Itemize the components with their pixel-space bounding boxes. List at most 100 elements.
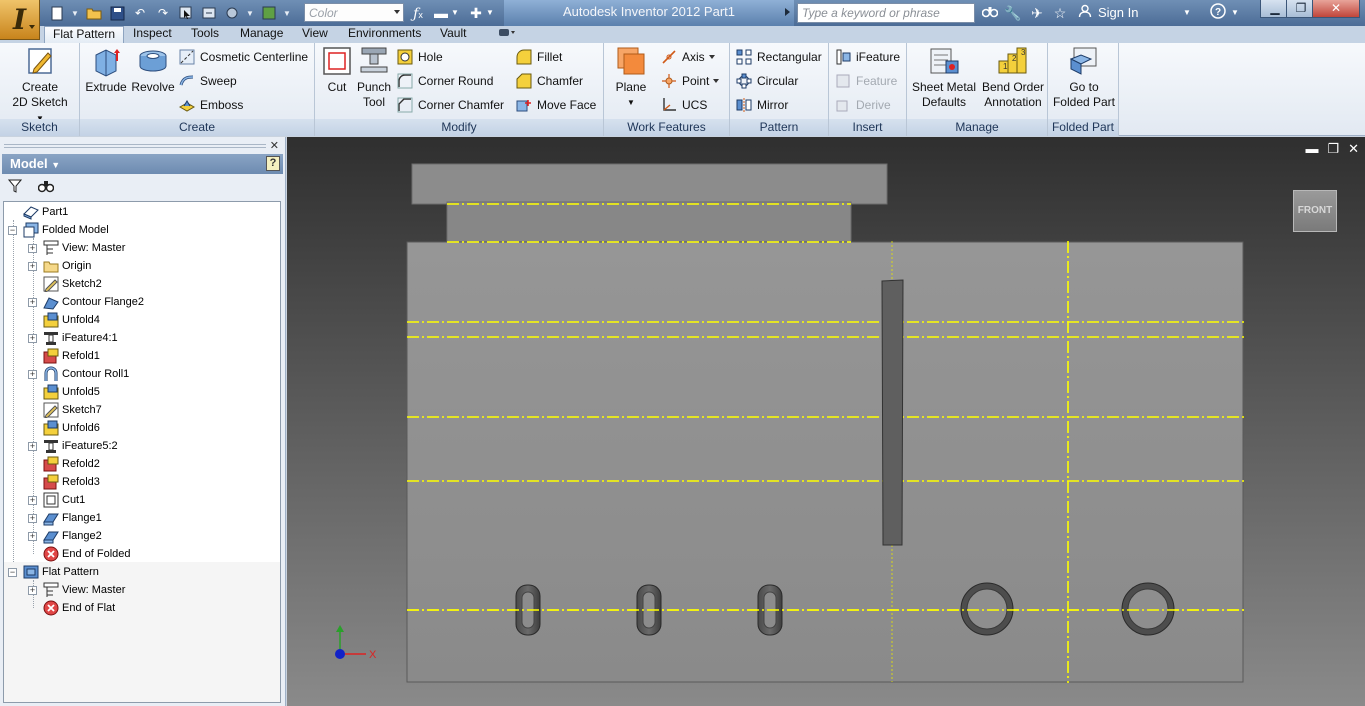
measure-icon[interactable] bbox=[223, 4, 241, 22]
expand-icon[interactable]: + bbox=[28, 243, 37, 253]
expand-icon[interactable]: + bbox=[28, 297, 37, 307]
help-dropdown-icon[interactable]: ▼ bbox=[1230, 3, 1240, 23]
extrude-button[interactable]: Extrude bbox=[84, 45, 128, 95]
plane-dropdown-icon[interactable]: ▼ bbox=[610, 95, 652, 110]
emboss-button[interactable]: Emboss bbox=[179, 94, 243, 116]
sign-in-link[interactable]: Sign In bbox=[1098, 5, 1138, 20]
fillet-button[interactable]: Fillet bbox=[516, 46, 562, 68]
undo-icon[interactable]: ↶ bbox=[131, 4, 149, 22]
sweep-button[interactable]: Sweep bbox=[179, 70, 237, 92]
tab-tools[interactable]: Tools bbox=[183, 26, 227, 43]
satellite-icon[interactable]: ✈ bbox=[1027, 3, 1047, 23]
long-slot-cutout[interactable] bbox=[881, 279, 904, 546]
find-binoculars-icon[interactable] bbox=[38, 179, 54, 193]
revolve-button[interactable]: Revolve bbox=[130, 45, 176, 95]
tree-node[interactable]: Sketch2 bbox=[28, 275, 102, 293]
application-menu-button[interactable]: I bbox=[0, 0, 40, 40]
browser-drag-handle[interactable] bbox=[4, 144, 266, 148]
tree-node[interactable]: + View: Master bbox=[28, 581, 125, 599]
search-input[interactable]: Type a keyword or phrase bbox=[797, 3, 975, 23]
browser-help-button[interactable]: ? bbox=[266, 156, 280, 171]
tree-node[interactable]: + iFeature4:1 bbox=[28, 329, 118, 347]
color-override-dropdown[interactable]: Color bbox=[304, 3, 404, 22]
tab-view[interactable]: View bbox=[294, 26, 336, 43]
axis-button[interactable]: Axis bbox=[661, 46, 715, 68]
graphics-viewport[interactable]: ▬ ❐ ✕ FRONT X bbox=[287, 137, 1365, 706]
line-weight-dropdown-icon[interactable]: ▼ bbox=[451, 3, 459, 23]
tab-vault[interactable]: Vault bbox=[432, 26, 474, 43]
tree-node[interactable]: + Contour Roll1 bbox=[28, 365, 129, 383]
plane-button[interactable]: Plane ▼ bbox=[610, 45, 652, 110]
tree-node[interactable]: + View: Master bbox=[28, 239, 125, 257]
filter-icon[interactable] bbox=[8, 179, 22, 193]
browser-close-icon[interactable]: ✕ bbox=[270, 139, 279, 152]
bend-order-annotation-button[interactable]: 123 Bend Order Annotation bbox=[979, 45, 1047, 110]
ucs-button[interactable]: UCS bbox=[661, 94, 707, 116]
tree-node[interactable]: Part1 bbox=[8, 203, 68, 221]
tree-node[interactable]: End of Flat bbox=[28, 599, 115, 617]
tree-node[interactable]: − Flat Pattern bbox=[8, 563, 99, 581]
close-window-button[interactable]: ✕ bbox=[1312, 0, 1360, 18]
punch-tool-button[interactable]: Punch Tool bbox=[355, 45, 393, 110]
tab-manage[interactable]: Manage bbox=[232, 26, 291, 43]
viewcube[interactable]: FRONT bbox=[1293, 190, 1337, 232]
line-weight-icon[interactable]: ▬ bbox=[431, 3, 451, 23]
fx-parameters-icon[interactable]: ƒx bbox=[408, 3, 428, 23]
project-icon[interactable] bbox=[260, 4, 278, 22]
tree-node[interactable]: + Flange2 bbox=[28, 527, 102, 545]
ifeature-button[interactable]: iFeature bbox=[835, 46, 900, 68]
browser-menu-dropdown-icon[interactable]: ▼ bbox=[51, 160, 60, 170]
create-2d-sketch-button[interactable]: Create 2D Sketch ▼ bbox=[8, 45, 72, 126]
open-folder-icon[interactable] bbox=[85, 4, 103, 22]
ribbon-minimize-icon[interactable] bbox=[498, 28, 516, 40]
go-to-folded-part-button[interactable]: Go to Folded Part bbox=[1050, 45, 1118, 110]
rectangular-pattern-button[interactable]: Rectangular bbox=[736, 46, 822, 68]
flange-tab-face[interactable] bbox=[446, 201, 852, 245]
axis-dropdown-icon[interactable] bbox=[708, 55, 715, 59]
update-icon[interactable] bbox=[200, 4, 218, 22]
tree-node[interactable]: Unfold5 bbox=[28, 383, 100, 401]
move-face-button[interactable]: Move Face bbox=[516, 94, 596, 116]
key-wrench-icon[interactable]: 🔧 bbox=[1003, 3, 1023, 23]
tab-inspect[interactable]: Inspect bbox=[125, 26, 180, 43]
save-icon[interactable] bbox=[108, 4, 126, 22]
expand-icon[interactable]: + bbox=[28, 495, 37, 505]
tree-node[interactable]: End of Folded bbox=[28, 545, 131, 563]
tree-node[interactable]: + Origin bbox=[28, 257, 91, 275]
top-flange-face[interactable] bbox=[411, 163, 888, 205]
collapse-icon[interactable]: − bbox=[8, 567, 17, 577]
expand-icon[interactable]: + bbox=[28, 261, 37, 271]
sign-in-dropdown-icon[interactable]: ▼ bbox=[1182, 3, 1192, 23]
point-dropdown-icon[interactable] bbox=[713, 79, 720, 83]
corner-chamfer-button[interactable]: Corner Chamfer bbox=[397, 94, 504, 116]
project-dropdown-icon[interactable]: ▼ bbox=[283, 4, 291, 22]
new-dropdown-icon[interactable]: ▼ bbox=[71, 4, 79, 22]
help-icon[interactable]: ? bbox=[1208, 3, 1228, 23]
browser-header[interactable]: Model ▼ ? bbox=[2, 154, 283, 174]
point-button[interactable]: Point bbox=[661, 70, 720, 92]
ortho-icon[interactable]: ✚ bbox=[466, 3, 486, 23]
expand-icon[interactable]: + bbox=[28, 441, 37, 451]
tree-node[interactable]: + Flange1 bbox=[28, 509, 102, 527]
expand-icon[interactable]: + bbox=[28, 531, 37, 541]
select-icon[interactable] bbox=[177, 4, 195, 22]
tree-node[interactable]: Refold3 bbox=[28, 473, 100, 491]
hole-button[interactable]: Hole bbox=[397, 46, 443, 68]
corner-round-button[interactable]: Corner Round bbox=[397, 70, 493, 92]
circular-pattern-button[interactable]: Circular bbox=[736, 70, 798, 92]
measure-dropdown-icon[interactable]: ▼ bbox=[246, 4, 254, 22]
tree-node[interactable]: + iFeature5:2 bbox=[28, 437, 118, 455]
tab-flat-pattern[interactable]: Flat Pattern bbox=[44, 26, 125, 43]
redo-icon[interactable]: ↷ bbox=[154, 4, 172, 22]
collapse-icon[interactable]: − bbox=[8, 225, 17, 235]
expand-icon[interactable]: + bbox=[28, 513, 37, 523]
chamfer-button[interactable]: Chamfer bbox=[516, 70, 583, 92]
flat-pattern-model[interactable] bbox=[287, 137, 1365, 706]
expand-icon[interactable]: + bbox=[28, 369, 37, 379]
expand-icon[interactable]: + bbox=[28, 333, 37, 343]
tab-environments[interactable]: Environments bbox=[340, 26, 429, 43]
tree-node[interactable]: Unfold6 bbox=[28, 419, 100, 437]
tree-node[interactable]: Refold2 bbox=[28, 455, 100, 473]
favorites-star-icon[interactable]: ☆ bbox=[1050, 3, 1070, 23]
tree-node[interactable]: Sketch7 bbox=[28, 401, 102, 419]
